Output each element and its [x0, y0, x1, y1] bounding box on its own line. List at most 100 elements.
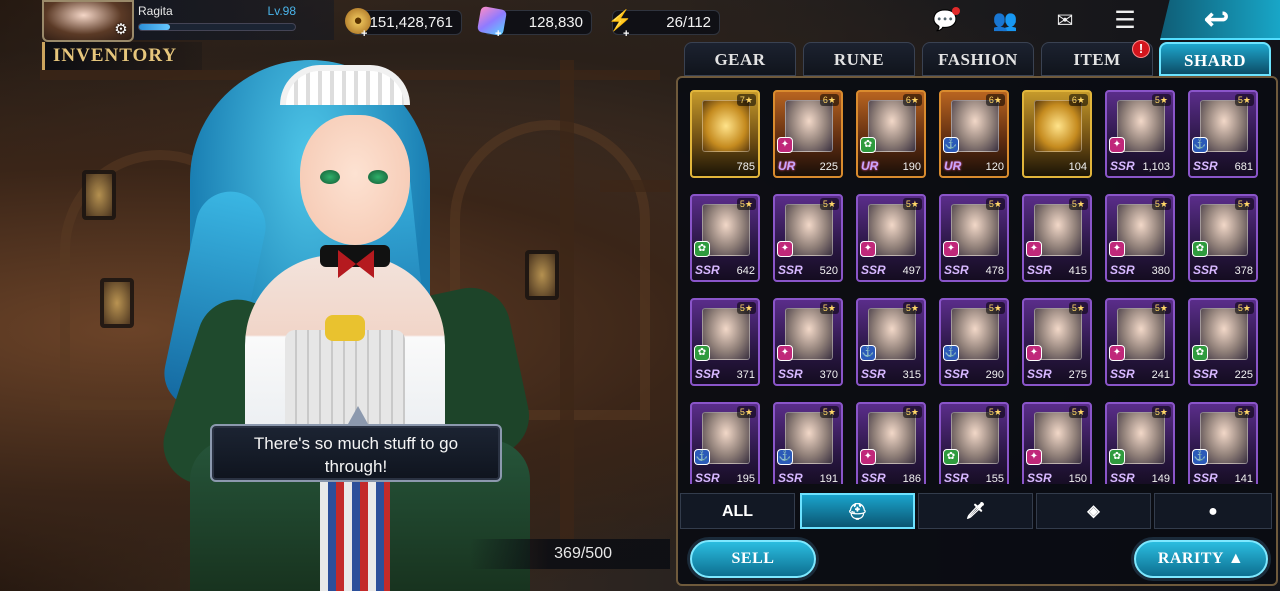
star-rating: 5★	[902, 198, 922, 210]
rarity-grade: SSR	[778, 263, 803, 277]
light-element-icon: ⚓	[943, 137, 959, 153]
rarity-grade: SSR	[861, 471, 886, 484]
rarity-grade: SSR	[1110, 263, 1135, 277]
filter-helmet[interactable]: ⛑	[800, 493, 915, 529]
shard-count: 191	[819, 473, 838, 484]
shard-card[interactable]: 5★ ✦ SSR 1,103	[1105, 90, 1175, 178]
light-element-icon: ⚓	[860, 345, 876, 361]
gear-icon[interactable]: ⚙	[112, 21, 130, 39]
star-rating: 5★	[902, 302, 922, 314]
tab-shard[interactable]: SHARD	[1159, 42, 1271, 76]
star-rating: 5★	[819, 302, 839, 314]
shard-card[interactable]: 5★ ✦ SSR 380	[1105, 194, 1175, 282]
filter-weapon[interactable]: 🗡	[918, 493, 1033, 529]
tab-gear[interactable]: GEAR	[684, 42, 796, 76]
star-rating: 6★	[819, 94, 839, 106]
shard-card[interactable]: 5★ ✦ SSR 186	[856, 402, 926, 484]
dark-element-icon: ✦	[860, 449, 876, 465]
shard-card[interactable]: 6★ ✿ UR 190	[856, 90, 926, 178]
tab-fashion[interactable]: FASHION	[922, 42, 1034, 76]
gold-counter[interactable]: ● + 151,428,761	[345, 8, 462, 40]
star-rating: 5★	[1234, 94, 1254, 106]
shard-card[interactable]: 5★ ⚓ SSR 141	[1188, 402, 1258, 484]
shard-card[interactable]: 5★ ✦ SSR 241	[1105, 298, 1175, 386]
back-arrow-icon: ↩	[1204, 3, 1230, 36]
energy-counter[interactable]: ⚡ + 26/112	[608, 10, 720, 40]
shard-card[interactable]: 5★ ✿ SSR 371	[690, 298, 760, 386]
shard-card[interactable]: 5★ ✿ SSR 149	[1105, 402, 1175, 484]
shard-card[interactable]: 5★ ✿ SSR 155	[939, 402, 1009, 484]
helmet-shard-icon	[702, 100, 750, 152]
rarity-grade: SSR	[1193, 367, 1218, 381]
filter-pouch[interactable]: ●	[1154, 493, 1272, 529]
rarity-grade: SSR	[861, 263, 886, 277]
star-rating: 6★	[902, 94, 922, 106]
rarity-grade: SSR	[1110, 159, 1135, 173]
player-name: Ragita	[138, 4, 173, 18]
rarity-grade: SSR	[1193, 159, 1218, 173]
shard-card[interactable]: 6★ 104	[1022, 90, 1092, 178]
item-tab-alert-badge: !	[1132, 40, 1150, 58]
shard-card[interactable]: 5★ ✦ SSR 497	[856, 194, 926, 282]
shard-card[interactable]: 5★ ✿ SSR 225	[1188, 298, 1258, 386]
shard-card[interactable]: 5★ ✿ SSR 642	[690, 194, 760, 282]
shard-card[interactable]: 7★ 785	[690, 90, 760, 178]
rarity-sort-button[interactable]: RARITY ▲	[1134, 540, 1268, 578]
dark-element-icon: ✦	[1026, 449, 1042, 465]
nature-element-icon: ✿	[694, 241, 710, 257]
tab-rune[interactable]: RUNE	[803, 42, 915, 76]
shard-count: 370	[819, 369, 838, 381]
shard-card[interactable]: 5★ ✦ SSR 275	[1022, 298, 1092, 386]
dark-element-icon: ✦	[943, 241, 959, 257]
shard-card[interactable]: 5★ ✦ SSR 370	[773, 298, 843, 386]
filter-gem[interactable]: ◈	[1036, 493, 1151, 529]
shard-card[interactable]: 5★ ✿ SSR 378	[1188, 194, 1258, 282]
star-rating: 5★	[985, 406, 1005, 418]
shard-card[interactable]: 5★ ⚓ SSR 315	[856, 298, 926, 386]
shard-card[interactable]: 5★ ⚓ SSR 290	[939, 298, 1009, 386]
shard-card[interactable]: 6★ ✦ UR 225	[773, 90, 843, 178]
speech-bubble[interactable]: There's so much stuff to go through!	[210, 424, 502, 482]
shard-card[interactable]: 6★ ⚓ UR 120	[939, 90, 1009, 178]
shard-count: 241	[1151, 369, 1170, 381]
dark-element-icon: ✦	[1109, 345, 1125, 361]
star-rating: 7★	[736, 94, 756, 106]
filter-all[interactable]: ALL	[680, 493, 795, 529]
back-button[interactable]: ↩	[1160, 0, 1280, 40]
shard-card[interactable]: 5★ ⚓ SSR 195	[690, 402, 760, 484]
player-avatar[interactable]: ⚙	[42, 0, 134, 42]
shard-card[interactable]: 5★ ✦ SSR 150	[1022, 402, 1092, 484]
rarity-grade: SSR	[695, 263, 720, 277]
shard-count: 290	[985, 369, 1004, 381]
gem-counter[interactable]: ◆ + 128,830	[476, 5, 592, 40]
star-rating: 5★	[1151, 302, 1171, 314]
star-rating: 6★	[985, 94, 1005, 106]
shard-card[interactable]: 5★ ✦ SSR 415	[1022, 194, 1092, 282]
star-rating: 5★	[1234, 406, 1254, 418]
shard-card[interactable]: 5★ ✦ SSR 478	[939, 194, 1009, 282]
rarity-grade: SSR	[944, 263, 969, 277]
shard-count: 150	[1068, 473, 1087, 484]
filter-bar: ALL ⛑ 🗡 ◈ ●	[680, 493, 1276, 531]
character-portrait	[150, 40, 560, 591]
star-rating: 5★	[1151, 198, 1171, 210]
shard-count: 478	[985, 265, 1004, 277]
star-rating: 5★	[819, 198, 839, 210]
friends-icon[interactable]: 👥	[990, 9, 1020, 33]
speech-line-1: There's so much stuff to go	[253, 434, 459, 453]
shard-count: 497	[902, 265, 921, 277]
top-bar: ⚙ Ragita Lv.98 ● + 151,428,761 ◆ + 128,8…	[0, 0, 1280, 42]
mail-icon[interactable]: ✉	[1050, 9, 1080, 33]
shard-card[interactable]: 5★ ⚓ SSR 681	[1188, 90, 1258, 178]
chat-icon[interactable]: 💬	[930, 7, 960, 33]
pouch-icon: ●	[1208, 503, 1218, 520]
shard-card[interactable]: 5★ ✦ SSR 520	[773, 194, 843, 282]
rarity-grade: UR	[861, 159, 879, 173]
star-rating: 5★	[1151, 406, 1171, 418]
sell-button[interactable]: SELL	[690, 540, 816, 578]
shard-card[interactable]: 5★ ⚓ SSR 191	[773, 402, 843, 484]
rarity-grade: SSR	[778, 367, 803, 381]
shard-count: 785	[736, 161, 755, 173]
star-rating: 5★	[736, 302, 756, 314]
menu-icon[interactable]: ☰	[1110, 9, 1140, 33]
